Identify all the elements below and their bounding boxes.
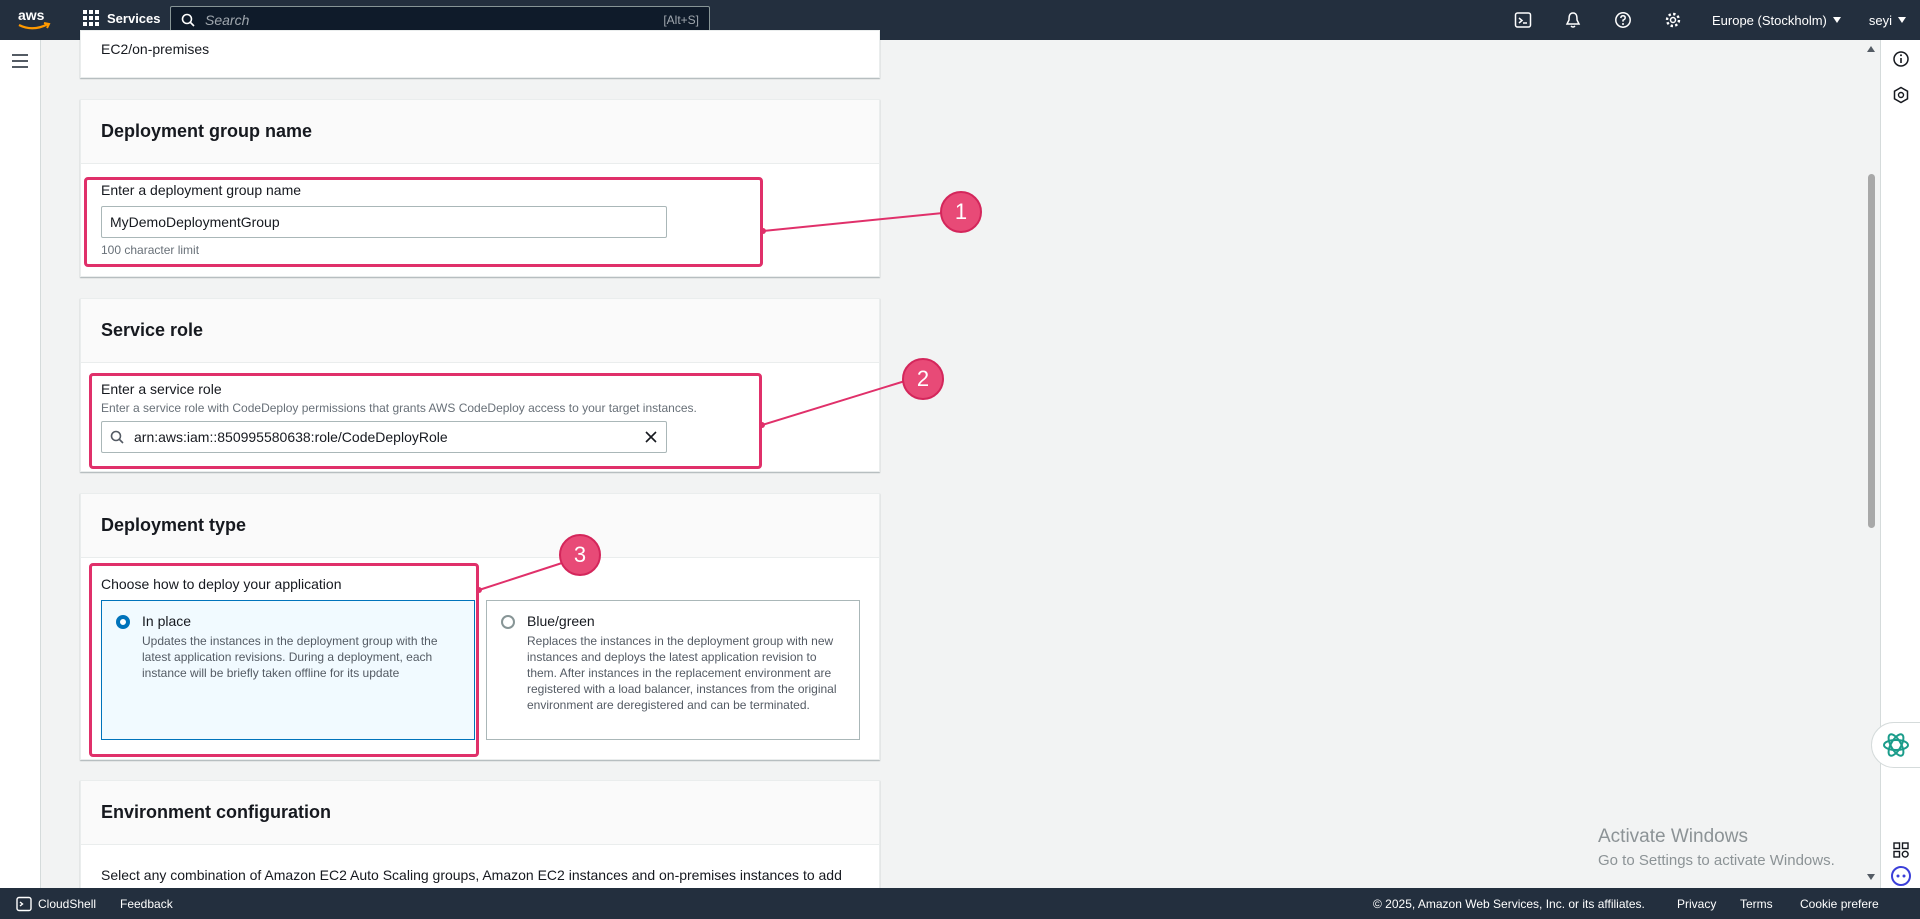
- chat-bot-icon[interactable]: [1890, 865, 1912, 887]
- feedback-link[interactable]: Feedback: [120, 897, 173, 911]
- search-placeholder: Search: [205, 12, 250, 28]
- apps-grid-icon[interactable]: [1892, 841, 1910, 859]
- menu-hamburger-icon[interactable]: [12, 54, 28, 68]
- services-menu-button[interactable]: Services: [83, 10, 161, 26]
- cloudshell-icon[interactable]: [1498, 0, 1548, 40]
- services-label: Services: [107, 10, 161, 26]
- cloudshell-label: CloudShell: [38, 896, 97, 911]
- panel-header: Environment configuration: [81, 781, 879, 845]
- panel-header: Deployment group name: [81, 100, 879, 164]
- cloudshell-button[interactable]: CloudShell: [16, 896, 96, 912]
- windows-activation-watermark: Activate Windows Go to Settings to activ…: [1598, 826, 1835, 869]
- page-scrollbar[interactable]: [1864, 40, 1878, 888]
- scroll-down-icon[interactable]: [1867, 874, 1875, 880]
- panel-title: Service role: [101, 320, 204, 340]
- blue-green-radio-option[interactable]: Blue/green Replaces the instances in the…: [486, 600, 860, 740]
- watermark-line-1: Activate Windows: [1598, 826, 1748, 847]
- annotation-highlight-3: [89, 563, 479, 757]
- option-title: Blue/green: [527, 613, 595, 629]
- cookie-preferences-link[interactable]: Cookie prefere: [1800, 897, 1879, 911]
- environment-description: Select any combination of Amazon EC2 Aut…: [101, 867, 842, 883]
- terms-link[interactable]: Terms: [1740, 897, 1773, 911]
- info-icon[interactable]: [1892, 50, 1910, 68]
- compute-platform-panel: EC2/on-premises: [80, 30, 880, 78]
- svg-text:aws: aws: [18, 7, 45, 23]
- search-shortcut: [Alt+S]: [663, 13, 699, 27]
- compute-platform-value: EC2/on-premises: [101, 41, 210, 57]
- panel-title: Environment configuration: [101, 802, 332, 822]
- privacy-link[interactable]: Privacy: [1677, 897, 1716, 911]
- region-label: Europe (Stockholm): [1711, 12, 1827, 28]
- scrollbar-thumb[interactable]: [1868, 174, 1875, 528]
- region-selector[interactable]: Europe (Stockholm): [1698, 13, 1855, 28]
- caret-down-icon: [1832, 17, 1841, 23]
- radio-unselected-icon[interactable]: [501, 615, 515, 629]
- help-icon[interactable]: [1598, 0, 1648, 40]
- footer-bar: CloudShell Feedback © 2025, Amazon Web S…: [0, 888, 1920, 919]
- aws-logo[interactable]: aws: [16, 6, 52, 34]
- left-navigation-rail: [0, 40, 41, 888]
- annotation-badge-1: 1: [940, 191, 982, 233]
- assistant-knot-icon: [1883, 733, 1909, 757]
- annotation-badge-2: 2: [902, 358, 944, 400]
- ai-assistant-button[interactable]: [1871, 722, 1920, 768]
- panel-header: Deployment type: [81, 494, 879, 558]
- panel-title: Deployment type: [101, 515, 247, 535]
- watermark-line-2: Go to Settings to activate Windows.: [1598, 852, 1835, 869]
- grid-icon: [83, 10, 99, 26]
- annotation-highlight-2: [89, 373, 762, 469]
- search-icon: [181, 13, 195, 27]
- panel-title: Deployment group name: [101, 121, 313, 141]
- notifications-bell-icon[interactable]: [1548, 0, 1598, 40]
- scroll-up-icon[interactable]: [1867, 46, 1875, 52]
- annotation-badge-3: 3: [559, 534, 601, 576]
- caret-down-icon: [1898, 17, 1906, 23]
- right-utility-rail: [1871, 40, 1920, 888]
- settings-gear-icon[interactable]: [1648, 0, 1698, 40]
- annotation-highlight-1: [84, 177, 763, 267]
- environment-configuration-panel: Environment configuration Select any com…: [80, 780, 880, 900]
- copyright-text: © 2025, Amazon Web Services, Inc. or its…: [1373, 896, 1645, 911]
- account-menu[interactable]: seyi: [1855, 13, 1920, 28]
- option-description: Replaces the instances in the deployment…: [527, 634, 837, 712]
- account-name: seyi: [1868, 12, 1892, 28]
- panel-header: Service role: [81, 299, 879, 363]
- hexagon-icon[interactable]: [1892, 86, 1910, 104]
- cloudshell-icon: [16, 896, 32, 911]
